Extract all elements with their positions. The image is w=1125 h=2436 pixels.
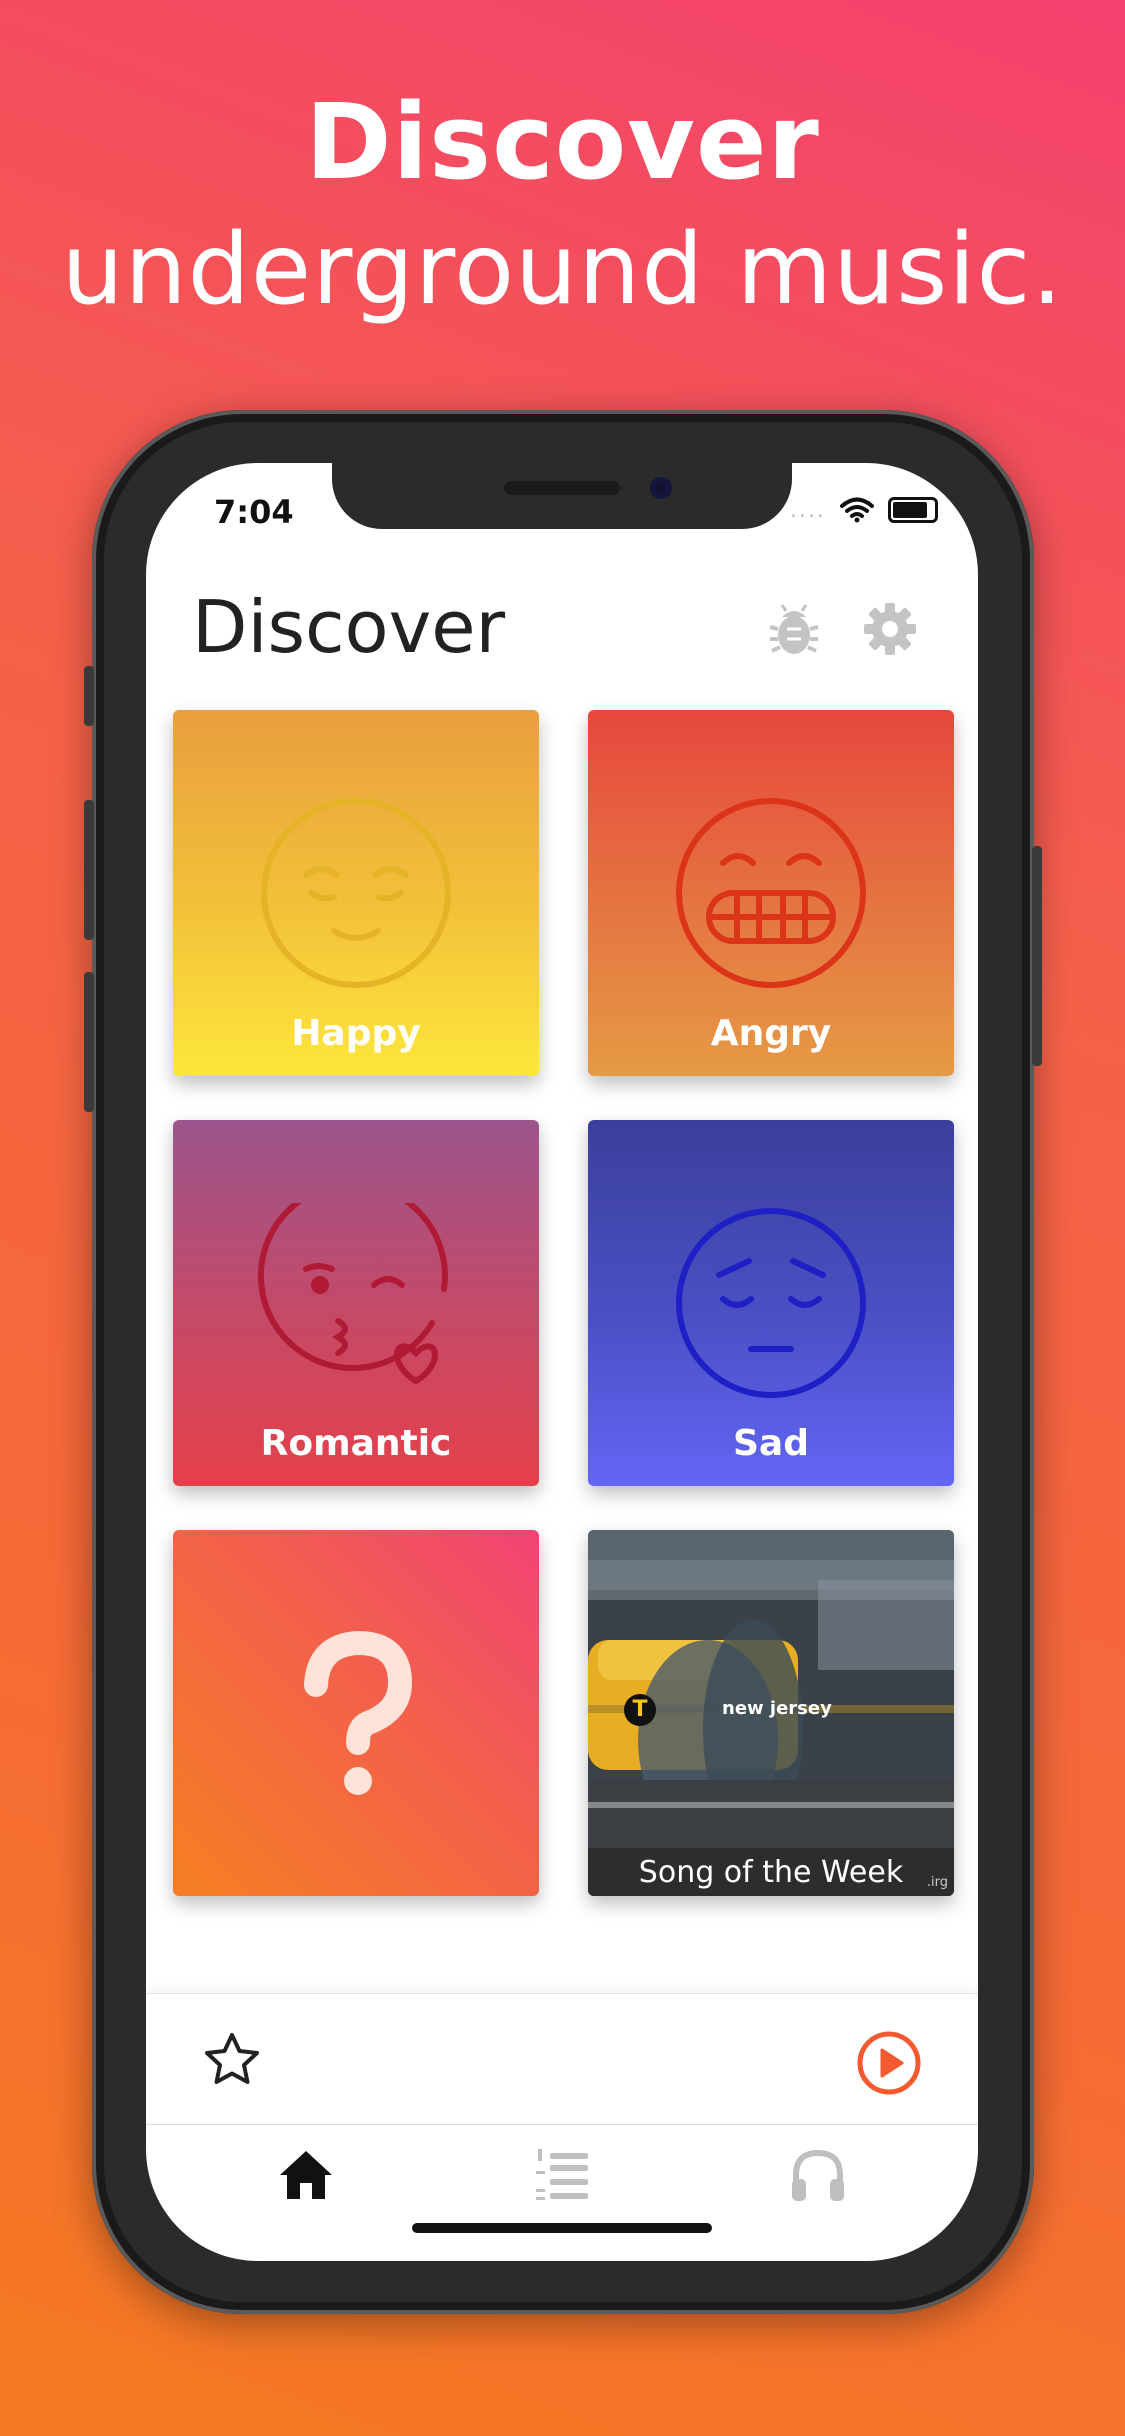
home-icon[interactable] (276, 2145, 336, 2205)
mood-tile-random[interactable] (173, 1530, 539, 1896)
phone-side-button (84, 800, 94, 940)
mood-tile-happy[interactable]: Happy (173, 710, 539, 1076)
app-screen: 7:04 .... Discover Happy Angry Romantic … (146, 463, 978, 2261)
question-mark-icon (304, 1630, 413, 1795)
bug-icon[interactable] (764, 599, 824, 659)
tile-label: Happy (291, 1013, 421, 1054)
play-circle-icon[interactable] (856, 2030, 922, 2096)
home-indicator (412, 2223, 712, 2233)
wifi-icon (840, 497, 874, 523)
mood-tile-sad[interactable]: Sad (588, 1120, 954, 1486)
taxi-sign: new jersey (722, 1698, 832, 1719)
kissing-face-icon (257, 1203, 448, 1385)
status-indicators: .... (790, 497, 938, 523)
tile-label: Sad (733, 1423, 809, 1464)
song-of-the-week-tile[interactable]: T new jersey Song of the Week .irg (588, 1530, 954, 1896)
ranked-list-icon[interactable] (532, 2145, 592, 2205)
tile-label: Angry (710, 1013, 832, 1054)
battery-icon (888, 497, 938, 523)
tile-label: Romantic (260, 1423, 452, 1464)
tab-bar (146, 2125, 978, 2261)
phone-side-button (84, 972, 94, 1112)
status-time: 7:04 (214, 493, 294, 531)
taxi-badge: T (624, 1694, 656, 1726)
header-actions (764, 599, 920, 659)
star-icon[interactable] (202, 2030, 262, 2090)
pensive-face-icon (676, 1208, 866, 1398)
mood-tile-angry[interactable]: Angry (588, 710, 954, 1076)
page-title: Discover (192, 585, 506, 669)
image-watermark: .irg (926, 1875, 948, 1890)
speaker (504, 481, 620, 495)
mini-player (146, 1993, 978, 2125)
tile-label: Song of the Week (638, 1855, 904, 1890)
camera (650, 477, 672, 499)
headphones-icon[interactable] (788, 2145, 848, 2205)
marketing-headline: Discover (305, 81, 820, 203)
notch (332, 463, 792, 529)
smiling-face-icon (261, 798, 451, 988)
grimacing-face-icon (676, 798, 866, 988)
phone-side-button (84, 666, 94, 726)
signal-icon: .... (790, 497, 826, 523)
mood-tile-romantic[interactable]: Romantic (173, 1120, 539, 1486)
gear-icon[interactable] (860, 599, 920, 659)
marketing-subheadline: underground music. (61, 213, 1064, 327)
phone-side-button (1032, 846, 1042, 1066)
